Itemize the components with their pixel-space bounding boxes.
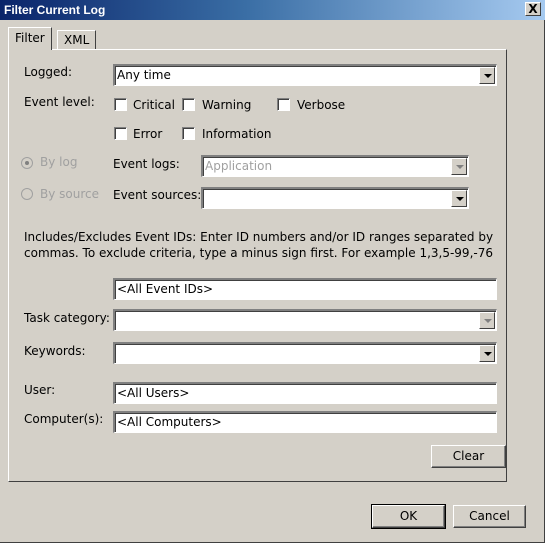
chevron-down-icon xyxy=(484,74,492,78)
keywords-label: Keywords: xyxy=(24,344,86,358)
event-logs-dropdown[interactable]: Application xyxy=(201,155,469,177)
error-checkbox[interactable] xyxy=(114,127,127,140)
event-ids-input[interactable]: <All Event IDs> xyxy=(113,278,497,300)
user-value: <All Users> xyxy=(117,386,190,400)
user-input[interactable]: <All Users> xyxy=(113,382,497,404)
warning-checkbox[interactable] xyxy=(182,98,195,111)
event-ids-value: <All Event IDs> xyxy=(117,282,214,296)
task-category-dropdown[interactable] xyxy=(113,309,497,331)
event-sources-label: Event sources: xyxy=(113,188,202,202)
error-label: Error xyxy=(133,127,163,141)
window-title: Filter Current Log xyxy=(4,3,106,17)
logged-dropdown-button[interactable] xyxy=(479,67,495,84)
event-ids-description: Includes/Excludes Event IDs: Enter ID nu… xyxy=(24,230,494,260)
chevron-down-icon xyxy=(484,352,492,356)
chevron-down-icon xyxy=(456,197,464,201)
by-source-label: By source xyxy=(40,187,99,201)
information-label: Information xyxy=(202,127,272,141)
event-logs-dropdown-button[interactable] xyxy=(451,158,467,175)
computers-value: <All Computers> xyxy=(117,415,222,429)
by-source-radio[interactable] xyxy=(21,188,33,200)
user-label: User: xyxy=(24,383,56,397)
ok-button[interactable]: OK xyxy=(371,504,446,529)
critical-checkbox[interactable] xyxy=(114,98,127,111)
event-level-label: Event level: xyxy=(24,95,95,109)
event-sources-dropdown-button[interactable] xyxy=(451,190,467,207)
logged-label: Logged: xyxy=(24,65,73,79)
event-logs-value: Application xyxy=(205,159,273,173)
logged-dropdown[interactable]: Any time xyxy=(113,64,497,86)
radio-selected-icon xyxy=(25,161,29,165)
tab-xml[interactable]: XML xyxy=(57,30,97,50)
by-log-radio[interactable] xyxy=(21,157,33,169)
verbose-label: Verbose xyxy=(297,98,346,112)
by-log-label: By log xyxy=(40,155,78,169)
event-sources-dropdown[interactable] xyxy=(201,187,469,209)
computers-label: Computer(s): xyxy=(24,412,104,426)
warning-label: Warning xyxy=(202,98,252,112)
chevron-down-icon xyxy=(484,319,492,323)
event-logs-label: Event logs: xyxy=(113,157,180,171)
close-icon[interactable]: X xyxy=(525,2,541,16)
task-category-label: Task category: xyxy=(24,311,110,325)
cancel-button[interactable]: Cancel xyxy=(453,505,526,528)
title-bar: Filter Current Log X xyxy=(0,0,545,20)
chevron-down-icon xyxy=(456,165,464,169)
keywords-dropdown[interactable] xyxy=(113,342,497,364)
clear-button[interactable]: Clear xyxy=(431,445,506,468)
task-category-dropdown-button[interactable] xyxy=(479,312,495,329)
critical-label: Critical xyxy=(133,98,175,112)
filter-current-log-dialog: Filter Current Log X Filter XML Logged: … xyxy=(0,0,545,543)
tab-filter[interactable]: Filter xyxy=(8,27,52,50)
information-checkbox[interactable] xyxy=(182,127,195,140)
logged-value: Any time xyxy=(117,68,171,82)
computers-input[interactable]: <All Computers> xyxy=(113,411,497,433)
verbose-checkbox[interactable] xyxy=(277,98,290,111)
keywords-dropdown-button[interactable] xyxy=(479,345,495,362)
